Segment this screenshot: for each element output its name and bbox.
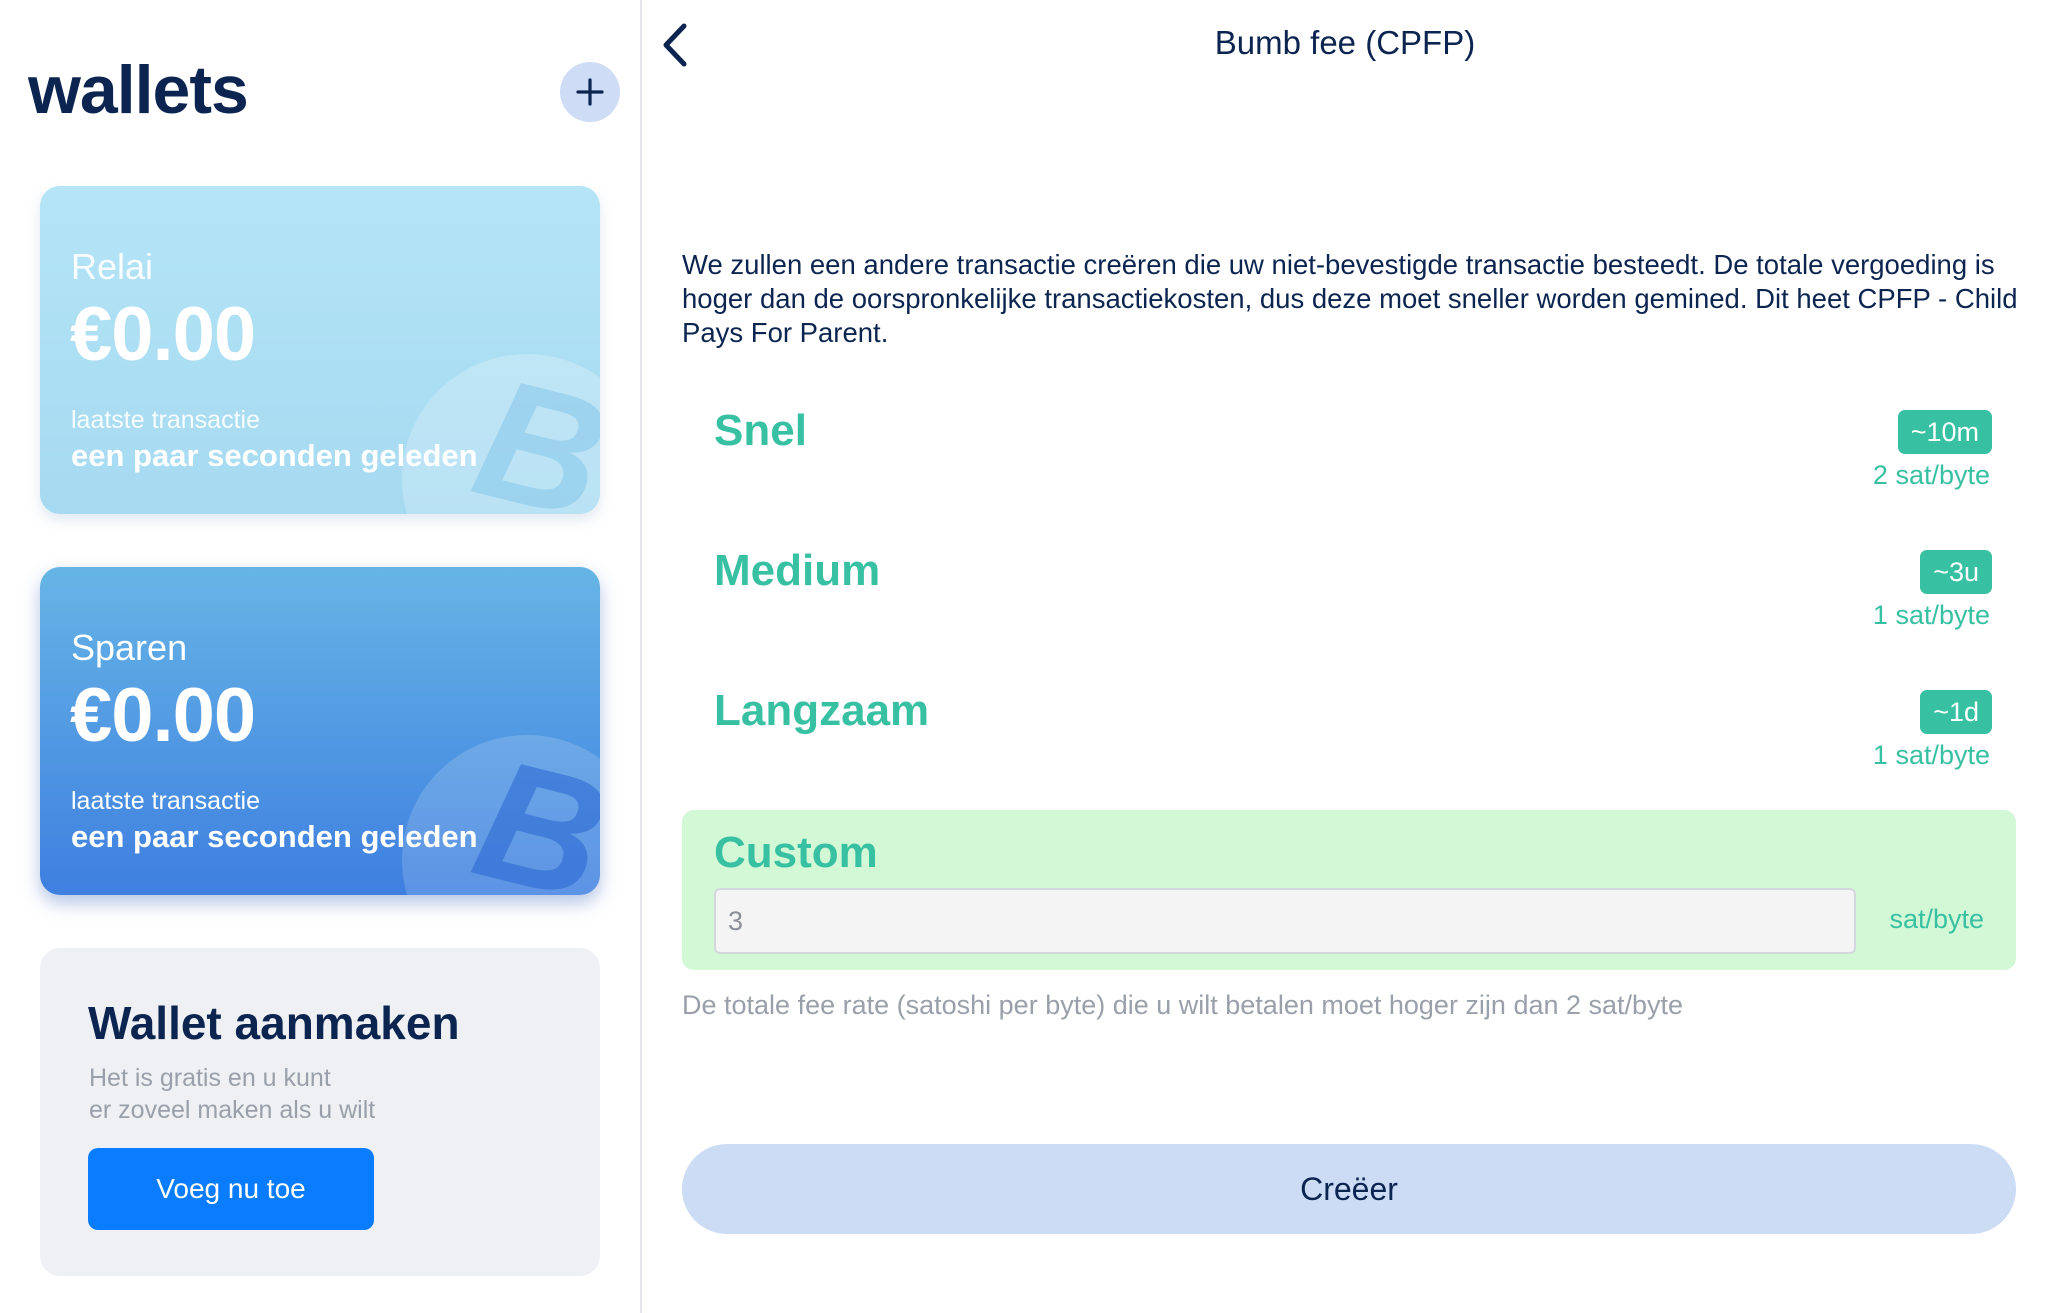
page-title: wallets bbox=[28, 52, 249, 128]
fee-option-langzaam[interactable]: Langzaam ~1d 1 sat/byte bbox=[682, 680, 2022, 790]
create-wallet-card: Wallet aanmaken Het is gratis en u kunt … bbox=[40, 948, 600, 1276]
fee-rate: 1 sat/byte bbox=[1872, 600, 1990, 630]
wallet-name: Relai bbox=[71, 246, 154, 287]
fee-time-badge: ~1d bbox=[1920, 690, 1992, 734]
create-button[interactable]: Creëer bbox=[682, 1144, 2016, 1234]
fee-time-badge: ~10m bbox=[1897, 410, 1992, 454]
add-wallet-button[interactable] bbox=[560, 62, 620, 122]
plus-icon bbox=[576, 78, 604, 106]
latest-transaction-label: laatste transactie bbox=[71, 406, 260, 434]
fee-option-medium[interactable]: Medium ~3u 1 sat/byte bbox=[682, 540, 2022, 650]
fee-time-badge: ~3u bbox=[1920, 550, 1992, 594]
wallet-card-sparen[interactable]: B Sparen €0.00 laatste transactie een pa… bbox=[40, 567, 600, 895]
create-wallet-title: Wallet aanmaken bbox=[88, 997, 460, 1049]
custom-fee-label: Custom bbox=[714, 828, 878, 877]
create-wallet-desc-line: er zoveel maken als u wilt bbox=[89, 1096, 376, 1124]
header-title: Bumb fee (CPFP) bbox=[1214, 24, 1476, 61]
fee-option-label: Snel bbox=[714, 406, 807, 455]
fee-rate: 1 sat/byte bbox=[1872, 740, 1990, 770]
fee-option-snel[interactable]: Snel ~10m 2 sat/byte bbox=[682, 400, 2022, 510]
fee-option-label: Medium bbox=[714, 546, 881, 595]
fee-hint: De totale fee rate (satoshi per byte) di… bbox=[682, 990, 1684, 1020]
wallet-balance: €0.00 bbox=[70, 292, 256, 377]
bump-fee-panel: Bumb fee (CPFP) We zullen een andere tra… bbox=[642, 0, 2048, 1313]
add-now-button[interactable]: Voeg nu toe bbox=[88, 1148, 374, 1230]
cpfp-explanation: We zullen een andere transactie creëren … bbox=[682, 249, 2018, 348]
latest-transaction-label: laatste transactie bbox=[71, 787, 260, 815]
custom-fee-unit: sat/byte bbox=[1889, 904, 1984, 934]
fee-option-label: Langzaam bbox=[714, 686, 930, 735]
wallets-sidebar: wallets B Relai €0.00 laatste transactie… bbox=[0, 0, 640, 1313]
wallet-card-relai[interactable]: B Relai €0.00 laatste transactie een paa… bbox=[40, 186, 600, 514]
latest-transaction-value: een paar seconden geleden bbox=[71, 819, 478, 854]
fee-option-custom[interactable]: Custom sat/byte bbox=[682, 810, 2016, 970]
fee-rate: 2 sat/byte bbox=[1872, 460, 1990, 490]
wallet-name: Sparen bbox=[71, 627, 188, 668]
latest-transaction-value: een paar seconden geleden bbox=[71, 438, 478, 473]
create-wallet-desc-line: Het is gratis en u kunt bbox=[89, 1064, 331, 1092]
custom-fee-input[interactable] bbox=[714, 888, 1856, 954]
wallet-balance: €0.00 bbox=[70, 673, 256, 758]
create-wallet-description: Het is gratis en u kunt er zoveel maken … bbox=[89, 1062, 375, 1126]
